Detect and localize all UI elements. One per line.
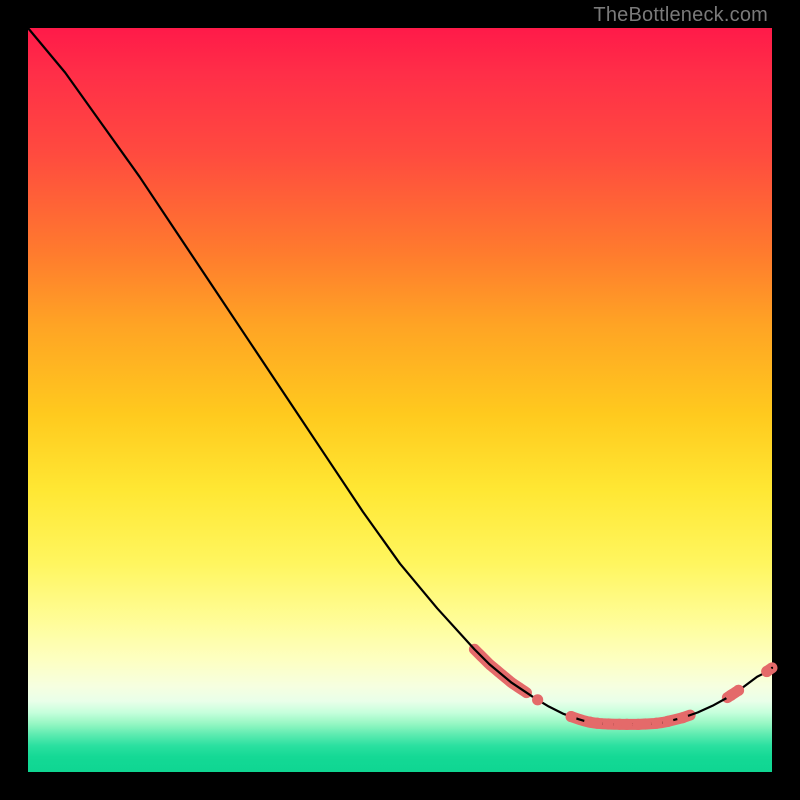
curve-marker xyxy=(532,694,543,705)
curve-marker xyxy=(603,718,614,729)
chart-frame: TheBottleneck.com xyxy=(0,0,800,800)
curve-marker xyxy=(662,716,673,727)
watermark-text: TheBottleneck.com xyxy=(593,4,768,27)
curve-marker xyxy=(592,718,603,729)
curve-marker xyxy=(621,719,632,730)
bottleneck-curve xyxy=(28,28,772,724)
curve-marker xyxy=(566,711,577,722)
curve-marker xyxy=(677,712,688,723)
curve-marker xyxy=(761,666,772,677)
curve-layer xyxy=(28,28,772,772)
curve-marker xyxy=(733,685,744,696)
curve-marker xyxy=(640,718,651,729)
curve-marker xyxy=(651,718,662,729)
plot-area xyxy=(28,28,772,772)
